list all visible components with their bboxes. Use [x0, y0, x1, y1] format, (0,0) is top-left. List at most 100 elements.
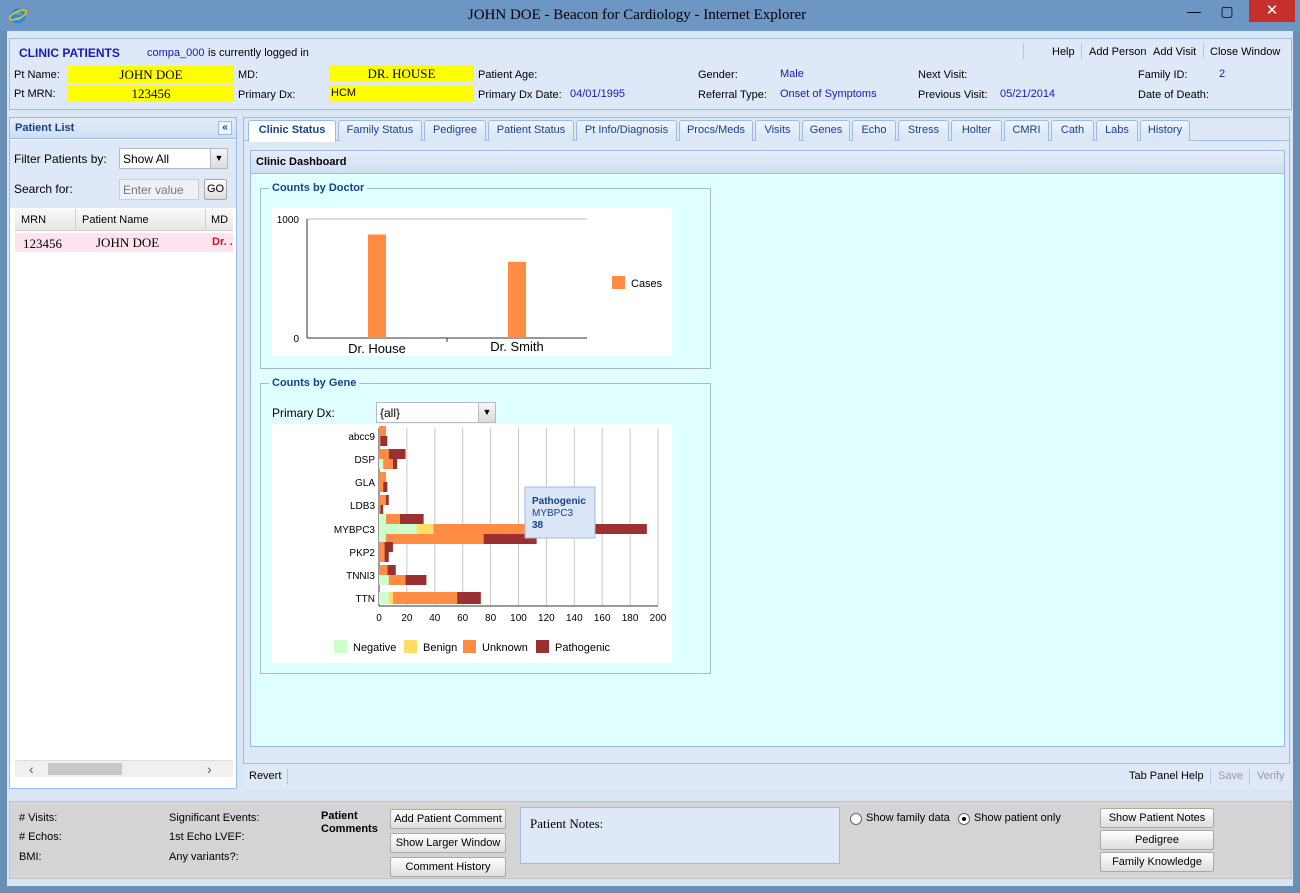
bar-dr-house [368, 234, 386, 338]
column-patient-name[interactable]: Patient Name [75, 209, 149, 231]
legend-label-negative: Negative [353, 642, 396, 654]
pedigree-button[interactable]: Pedigree [1100, 830, 1214, 850]
tab-stress[interactable]: Stress [898, 120, 949, 141]
tab-patient-status[interactable]: Patient Status [488, 120, 574, 141]
patient-notes-box[interactable]: Patient Notes: [520, 807, 840, 864]
logged-in-text: is currently logged in [208, 47, 309, 59]
comment-history-button[interactable]: Comment History [390, 857, 506, 877]
y-category-label: MYBPC3 [334, 525, 376, 536]
bar-segment-pathogenic [384, 542, 393, 552]
collapse-icon[interactable]: « [218, 121, 232, 135]
pt-mrn-label: Pt MRN: [14, 88, 56, 100]
revert-button[interactable]: Revert [249, 770, 281, 782]
tab-history[interactable]: History [1140, 120, 1190, 141]
minimize-button[interactable]: — [1179, 0, 1209, 22]
tab-labs[interactable]: Labs [1096, 120, 1138, 141]
pt-mrn-value: 123456 [68, 85, 234, 102]
table-row[interactable]: 123456 JOHN DOE Dr. . [15, 233, 233, 252]
bar-segment-negative [379, 459, 384, 469]
bar-segment-unknown [379, 552, 385, 562]
y-category-label: abcc9 [348, 432, 375, 443]
visits-label: # Visits: [19, 812, 58, 824]
show-patient-label[interactable]: Show patient only [974, 812, 1061, 824]
tab-toolbar: Revert Tab Panel Help Save Verify [243, 763, 1290, 789]
tab-genes[interactable]: Genes [802, 120, 850, 141]
tab-cath[interactable]: Cath [1051, 120, 1094, 141]
tab-pt-info-diagnosis[interactable]: Pt Info/Diagnosis [576, 120, 677, 141]
tab-pedigree[interactable]: Pedigree [424, 120, 486, 141]
patient-list-panel: Patient List « Filter Patients by: Show … [9, 117, 237, 789]
patient-age-label: Patient Age: [478, 69, 538, 81]
doctor-chart: 0 1000 Dr. House Dr. Smith Cases [277, 215, 663, 356]
show-larger-window-button[interactable]: Show Larger Window [390, 833, 506, 853]
gene-dx-select[interactable]: {all} ▼ [376, 402, 496, 423]
show-family-label[interactable]: Show family data [866, 812, 950, 824]
chevron-left-icon[interactable]: ‹ [29, 761, 34, 777]
tab-cmri[interactable]: CMRI [1004, 120, 1049, 141]
tab-echo[interactable]: Echo [852, 120, 896, 141]
legend-label-benign: Benign [423, 642, 457, 654]
next-visit-label: Next Visit: [918, 69, 968, 81]
column-mrn[interactable]: MRN [21, 214, 46, 226]
dx-date-value: 04/01/1995 [570, 88, 626, 100]
chevron-down-icon[interactable]: ▼ [478, 403, 495, 422]
row-mrn: 123456 [23, 236, 62, 251]
search-input[interactable] [119, 179, 199, 200]
y-tick-label: 1000 [277, 215, 300, 226]
x-tick-label: 80 [485, 613, 497, 624]
chevron-down-icon[interactable]: ▼ [210, 149, 227, 168]
tab-panel-help-button[interactable]: Tab Panel Help [1129, 770, 1204, 782]
x-tick-label: 0 [376, 613, 382, 624]
horizontal-scrollbar[interactable]: ‹ › [15, 760, 233, 777]
go-button[interactable]: GO [204, 179, 227, 200]
help-link[interactable]: Help [1052, 46, 1075, 58]
filter-select[interactable]: Show All ▼ [119, 148, 228, 169]
add-visit-link[interactable]: Add Visit [1153, 46, 1196, 58]
patient-grid-header: MRN Patient Name MD [15, 209, 233, 231]
show-family-radio[interactable] [850, 813, 862, 825]
tab-clinic-status[interactable]: Clinic Status [248, 120, 336, 142]
bar-segment-unknown [385, 534, 484, 544]
legend-swatch-negative [334, 640, 347, 653]
patient-filters: Filter Patients by: Show All ▼ Search fo… [10, 140, 236, 208]
tab-visits[interactable]: Visits [755, 120, 800, 141]
bar-segment-unknown [379, 505, 381, 515]
x-category-label: Dr. House [348, 341, 406, 356]
bar-segment-pathogenic [388, 449, 406, 459]
column-md[interactable]: MD [205, 209, 228, 231]
show-patient-radio[interactable] [958, 813, 970, 825]
legend-swatch [612, 276, 625, 289]
divider [1081, 43, 1082, 59]
row-md: Dr. . [212, 236, 233, 248]
bar-segment-unknown [383, 459, 393, 469]
family-knowledge-button[interactable]: Family Knowledge [1100, 852, 1214, 872]
referral-value: Onset of Symptoms [780, 88, 877, 100]
filter-label: Filter Patients by: [14, 152, 107, 166]
close-window-button[interactable]: ✕ [1249, 0, 1295, 22]
primary-dx-label: Primary Dx: [238, 89, 296, 101]
add-person-link[interactable]: Add Person [1089, 46, 1146, 58]
chevron-right-icon[interactable]: › [207, 761, 212, 777]
tab-holter[interactable]: Holter [951, 120, 1002, 141]
tab-procs-meds[interactable]: Procs/Meds [679, 120, 753, 141]
gender-value: Male [780, 68, 804, 80]
verify-button[interactable]: Verify [1257, 770, 1285, 782]
counts-by-doctor-title: Counts by Doctor [272, 182, 365, 194]
x-category-label: Dr. Smith [490, 339, 543, 354]
tab-family-status[interactable]: Family Status [338, 120, 422, 141]
add-patient-comment-button[interactable]: Add Patient Comment [390, 809, 506, 829]
patient-comments-label: Patient Comments [321, 810, 378, 835]
bar-segment-pathogenic [387, 565, 396, 575]
show-patient-notes-button[interactable]: Show Patient Notes [1100, 808, 1214, 828]
bar-segment-unknown [379, 449, 389, 459]
bar-segment-unknown [385, 514, 400, 524]
y-category-label: TNNI3 [346, 571, 375, 582]
scroll-thumb[interactable] [48, 763, 122, 775]
legend-swatch-unknown [463, 640, 476, 653]
restore-button[interactable]: ▢ [1212, 0, 1242, 22]
tooltip-value: 38 [532, 520, 544, 531]
bar-segment-unknown [379, 426, 386, 436]
close-window-link[interactable]: Close Window [1210, 46, 1280, 58]
family-id-label: Family ID: [1138, 69, 1188, 81]
save-button[interactable]: Save [1218, 770, 1243, 782]
